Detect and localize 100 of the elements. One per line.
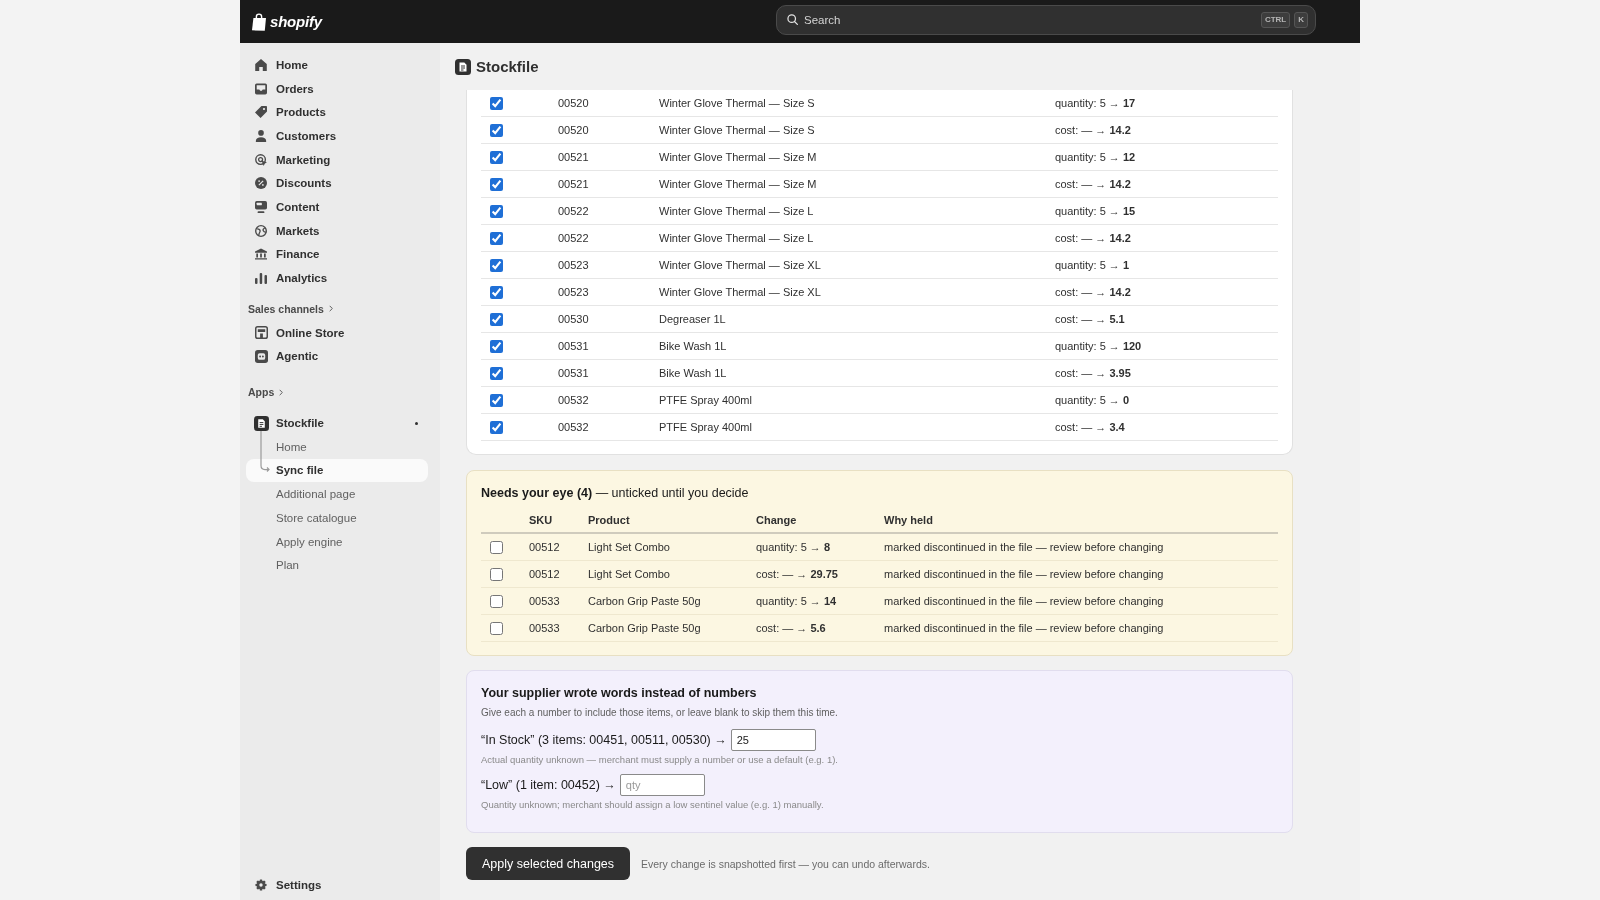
checkbox[interactable] <box>490 312 503 326</box>
table-cell: quantity: 5 → 14 <box>756 587 884 615</box>
checkbox[interactable] <box>490 285 503 299</box>
panel-description: Give each a number to include those items, or leave blank to skip them this time. <box>481 706 839 720</box>
column-header: Change <box>756 507 884 533</box>
nav-subitem[interactable]: Store catalogue <box>246 506 428 530</box>
table-cell: 00520 <box>558 90 659 117</box>
input-field[interactable]: qty <box>619 774 705 796</box>
chevron-right-icon <box>328 305 333 313</box>
table-cell: 00531 <box>558 332 659 360</box>
nav-item[interactable]: Agentic <box>246 344 428 369</box>
checkbox[interactable] <box>490 204 503 218</box>
table-cell: Winter Glove Thermal — Size XL <box>659 278 1055 306</box>
checkbox[interactable] <box>490 96 503 110</box>
table-cell: Winter Glove Thermal — Size M <box>659 170 1055 198</box>
checkbox[interactable] <box>490 594 503 608</box>
nav-item[interactable]: Home <box>246 53 428 77</box>
brand-logo-text: shopify <box>270 13 322 30</box>
field-note: Quantity unknown; merchant should assign a low sentinel value (e.g. 1) manually. <box>481 798 825 812</box>
person-icon <box>255 129 267 142</box>
checkbox[interactable] <box>490 339 503 353</box>
checkbox[interactable] <box>490 177 503 191</box>
table-cell: cost: — → 29.75 <box>756 560 884 588</box>
checkbox[interactable] <box>490 567 503 581</box>
table-cell: cost: — → 14.2 <box>1055 116 1278 144</box>
table-cell: Carbon Grip Paste 50g <box>588 614 756 642</box>
column-header: Product <box>588 507 756 533</box>
table-cell: marked discontinued in the file — review before changing <box>884 533 1278 561</box>
table-cell: Bike Wash 1L <box>659 359 1055 387</box>
nav-subitem[interactable]: Plan <box>246 553 428 578</box>
table-cell: Degreaser 1L <box>659 305 1055 333</box>
shopping-bag-icon <box>252 12 266 31</box>
nav-item[interactable]: Discounts <box>246 171 428 196</box>
app-tile-icon <box>455 58 471 75</box>
entry-label: “In Stock” (3 items: 00451, 00511, 00530) → <box>481 733 727 747</box>
gear-icon <box>255 879 267 892</box>
table-cell: Winter Glove Thermal — Size M <box>659 143 1055 171</box>
checkbox[interactable] <box>490 123 503 137</box>
nav-item[interactable]: Products <box>246 100 428 125</box>
table-cell: cost: — → 14.2 <box>1055 278 1278 306</box>
nav-item[interactable]: Marketing <box>246 147 428 172</box>
nav-item[interactable]: Orders <box>246 76 428 101</box>
nav-item[interactable]: Content <box>246 195 428 219</box>
apply-button[interactable]: Apply selected changes <box>466 847 631 880</box>
checkbox[interactable] <box>490 231 503 245</box>
section-link[interactable]: Sales channels <box>246 297 333 320</box>
nav-item[interactable]: Markets <box>246 218 428 243</box>
table-cell: Bike Wash 1L <box>659 332 1055 360</box>
table-cell: 00530 <box>558 305 659 333</box>
table-cell: Winter Glove Thermal — Size S <box>659 90 1055 117</box>
checkbox[interactable] <box>490 150 503 164</box>
footer-note: Every change is snapshotted first — you can undo afterwards. <box>641 857 930 870</box>
nav-item[interactable]: Analytics <box>246 266 428 290</box>
section-link[interactable]: Apps <box>246 381 284 404</box>
nav-item[interactable]: Customers <box>246 124 428 148</box>
table-cell: Light Set Combo <box>588 560 756 588</box>
checkbox[interactable] <box>490 366 503 380</box>
table-cell: marked discontinued in the file — review before changing <box>884 614 1278 642</box>
table-cell: cost: — → 3.4 <box>1055 413 1278 441</box>
page-title: Stockfile <box>476 58 539 75</box>
storefront-icon <box>254 326 268 340</box>
checkbox[interactable] <box>490 621 503 635</box>
checkbox[interactable] <box>490 540 503 554</box>
inbox-icon <box>255 82 267 95</box>
table-cell: quantity: 5 → 17 <box>1055 90 1278 117</box>
table-cell: quantity: 5 → 0 <box>1055 386 1278 414</box>
table-cell: cost: — → 3.95 <box>1055 359 1278 387</box>
table-cell: PTFE Spray 400ml <box>659 413 1055 441</box>
table-cell: 00533 <box>529 587 588 615</box>
nav-item[interactable]: Finance <box>246 242 428 267</box>
table-cell: quantity: 5 → 12 <box>1055 143 1278 171</box>
table-cell: 00512 <box>529 560 588 588</box>
table-cell: quantity: 5 → 1 <box>1055 251 1278 279</box>
percent-badge-icon <box>255 177 267 190</box>
table-cell: 00531 <box>558 359 659 387</box>
bank-icon <box>255 248 267 261</box>
nav-subitem[interactable]: Apply engine <box>246 529 428 554</box>
table-cell: Winter Glove Thermal — Size XL <box>659 251 1055 279</box>
nav-subitem[interactable]: Sync file <box>246 458 428 483</box>
nav-item[interactable]: Settings <box>246 873 428 897</box>
checkbox[interactable] <box>490 420 503 434</box>
table-cell: quantity: 5 → 120 <box>1055 332 1278 360</box>
table-cell: marked discontinued in the file — review before changing <box>884 587 1278 615</box>
column-header: Why held <box>884 507 1278 533</box>
table-cell: 00532 <box>558 386 659 414</box>
nav-item[interactable]: Stockfile <box>246 411 428 435</box>
nav-subitem[interactable]: Additional page <box>246 482 428 506</box>
nav-item[interactable]: Online Store <box>246 320 428 345</box>
table-cell: cost: — → 5.1 <box>1055 305 1278 333</box>
checkbox[interactable] <box>490 258 503 272</box>
dot-icon <box>415 421 418 425</box>
nav-subitem[interactable]: Home <box>246 434 428 459</box>
tree-line-icon <box>260 430 270 473</box>
input-field[interactable]: 25 <box>730 729 816 751</box>
bar-chart-icon <box>255 272 267 285</box>
table-cell: PTFE Spray 400ml <box>659 386 1055 414</box>
field-note: Actual quantity unknown — merchant must supply a number or use a default (e.g. 1). <box>481 753 839 767</box>
checkbox[interactable] <box>490 393 503 407</box>
entry-label: “Low” (1 item: 00452) → <box>481 778 616 792</box>
table-cell: Light Set Combo <box>588 533 756 561</box>
